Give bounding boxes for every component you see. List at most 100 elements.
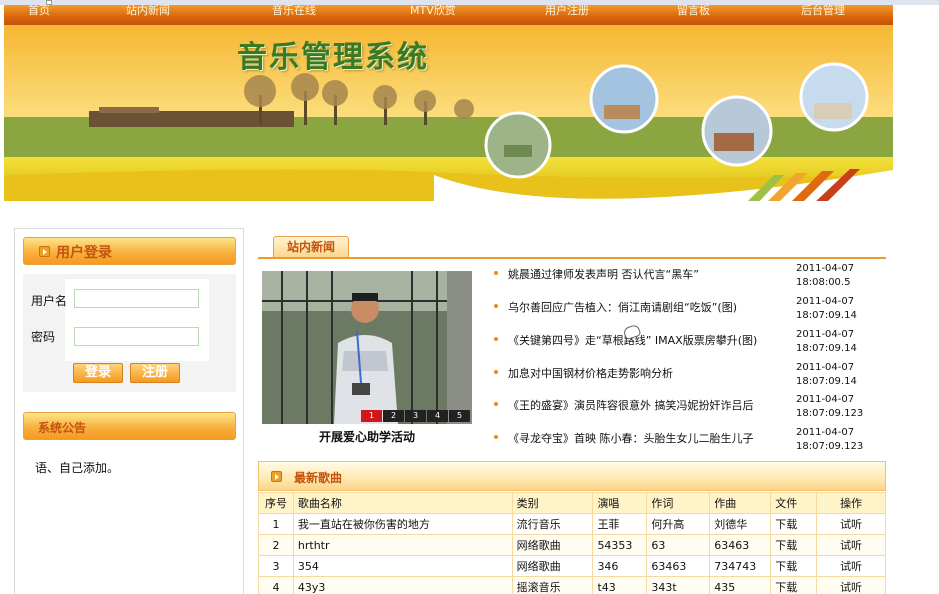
cell-no: 3: [258, 555, 294, 577]
news-photo: [262, 271, 472, 424]
password-label: 密码: [31, 330, 56, 344]
news-time: 2011-04-07 18:07:09.14: [796, 362, 857, 387]
bullet-icon: [494, 271, 498, 275]
news-title-link[interactable]: 姚晨通过律师发表声明 否认代言“黑车”: [508, 266, 699, 282]
listen-link[interactable]: 试听: [816, 576, 886, 594]
photo-caption[interactable]: 开展爱心助学活动: [262, 428, 472, 445]
cell-singer: 346: [592, 555, 648, 577]
latest-songs-header: 最新歌曲: [258, 461, 886, 491]
news-item: 姚晨通过律师发表声明 否认代言“黑车” 2011-04-07 18:08:00.…: [494, 262, 886, 294]
cell-no: 4: [258, 576, 294, 594]
cell-name: hrthtr: [292, 534, 513, 556]
download-link[interactable]: 下载: [770, 555, 818, 577]
cell-no: 1: [258, 513, 294, 535]
news-title-link[interactable]: 乌尔善回应广告植入：俏江南请剧组“吃饭”(图): [508, 299, 737, 315]
cell-category: 摇滚音乐: [511, 576, 594, 594]
bullet-icon: [494, 337, 498, 341]
tab-underline: [258, 257, 886, 259]
column-header-category: 类别: [511, 492, 594, 514]
arrow-icon: [39, 246, 50, 257]
bullet-icon: [494, 370, 498, 374]
table-row: 4 43y3 摇滚音乐 t43 343t 435 下载 试听: [258, 576, 886, 594]
pager-item[interactable]: 5: [449, 410, 470, 422]
download-link[interactable]: 下载: [770, 576, 818, 594]
nav-item-admin[interactable]: 后台管理: [801, 5, 845, 19]
nav-item-home[interactable]: 首页: [28, 5, 50, 19]
arrow-icon: [271, 471, 282, 482]
column-header-no: 序号: [258, 492, 294, 514]
nav-item-register[interactable]: 用户注册: [545, 5, 589, 19]
listen-link[interactable]: 试听: [816, 534, 886, 556]
column-header-file: 文件: [770, 492, 818, 514]
cell-lyricist: 63463: [646, 555, 711, 577]
download-link[interactable]: 下载: [770, 534, 818, 556]
table-row: 2 hrthtr 网络歌曲 54353 63 63463 下载 试听: [258, 534, 886, 556]
cell-composer: 刘德华: [709, 513, 772, 535]
listen-link[interactable]: 试听: [816, 555, 886, 577]
news-time: 2011-04-07 18:07:09.14: [796, 296, 857, 321]
table-header-row: 序号 歌曲名称 类别 演唱 作词 作曲 文件 操作: [258, 492, 886, 514]
cell-category: 网络歌曲: [511, 534, 594, 556]
cell-composer: 435: [709, 576, 772, 594]
table-row: 1 我一直站在被你伤害的地方 流行音乐 王菲 何升高 刘德华 下载 试听: [258, 513, 886, 535]
column-header-composer: 作曲: [709, 492, 772, 514]
cell-lyricist: 63: [646, 534, 711, 556]
table-row: 3 354 网络歌曲 346 63463 734743 下载 试听: [258, 555, 886, 577]
login-form: 用户名 密码 登录 注册: [23, 274, 236, 392]
nav-item-music-online[interactable]: 音乐在线: [272, 5, 316, 19]
column-header-lyricist: 作词: [646, 492, 711, 514]
news-time: 2011-04-07 18:08:00.5: [796, 263, 855, 288]
column-header-name: 歌曲名称: [292, 492, 513, 514]
cell-singer: 王菲: [592, 513, 648, 535]
songs-table: 序号 歌曲名称 类别 演唱 作词 作曲 文件 操作 1 我一直站在被你伤害的地方…: [258, 492, 886, 594]
news-title-link[interactable]: 《王的盛宴》演员阵容很意外 搞笑冯妮扮奸诈吕后: [508, 397, 754, 413]
username-input[interactable]: [74, 289, 199, 308]
login-button[interactable]: 登录: [73, 363, 123, 383]
nav-item-news[interactable]: 站内新闻: [126, 5, 170, 19]
notice-content: 语、自己添加。: [35, 461, 120, 475]
listen-link[interactable]: 试听: [816, 513, 886, 535]
news-time: 2011-04-07 18:07:09.123: [796, 427, 864, 452]
cell-category: 流行音乐: [511, 513, 594, 535]
column-header-action: 操作: [816, 492, 886, 514]
login-panel-header: 用户登录: [23, 237, 236, 265]
news-time: 2011-04-07 18:07:09.14: [796, 329, 857, 354]
news-time: 2011-04-07 18:07:09.123: [796, 394, 864, 419]
main-content: 站内新闻 1 2 3 4 5 开展爱心助学活动 姚晨通过律师发表声明 否认代言“…: [258, 232, 886, 594]
news-item: 《关键第四号》走“草根路线” IMAX版票房攀升(图) 2011-04-07 1…: [494, 328, 886, 360]
cell-composer: 63463: [709, 534, 772, 556]
bullet-icon: [494, 304, 498, 308]
cell-name: 354: [292, 555, 513, 577]
password-input[interactable]: [74, 327, 199, 346]
news-photo-slideshow[interactable]: 1 2 3 4 5: [262, 271, 472, 424]
banner-scenery: [4, 25, 893, 201]
news-item: 《王的盛宴》演员阵容很意外 搞笑冯妮扮奸诈吕后 2011-04-07 18:07…: [494, 393, 886, 425]
notice-panel-header: 系统公告: [23, 412, 236, 440]
tab-site-news[interactable]: 站内新闻: [273, 236, 349, 258]
username-label: 用户名: [31, 294, 68, 308]
cell-composer: 734743: [709, 555, 772, 577]
cell-category: 网络歌曲: [511, 555, 594, 577]
download-link[interactable]: 下载: [770, 513, 818, 535]
nav-item-guestbook[interactable]: 留言板: [677, 5, 710, 19]
column-header-singer: 演唱: [592, 492, 648, 514]
register-button[interactable]: 注册: [130, 363, 180, 383]
news-title-link[interactable]: 《寻龙夺宝》首映 陈小春：头胎生女儿二胎生儿子: [508, 430, 754, 446]
cell-singer: 54353: [592, 534, 648, 556]
cell-name: 43y3: [292, 576, 513, 594]
login-panel-title: 用户登录: [56, 245, 112, 261]
cell-lyricist: 343t: [646, 576, 711, 594]
bullet-icon: [494, 435, 498, 439]
pager-item[interactable]: 4: [427, 410, 448, 422]
cell-singer: t43: [592, 576, 648, 594]
news-title-link[interactable]: 加息对中国钢材价格走势影响分析: [508, 365, 673, 381]
site-title: 音乐管理系统: [237, 40, 429, 75]
nav-item-mtv[interactable]: MTV欣赏: [410, 5, 456, 19]
top-nav: 首页 站内新闻 音乐在线 MTV欣赏 用户注册 留言板 后台管理: [4, 5, 893, 25]
pager-item[interactable]: 1: [361, 410, 382, 422]
pager-item[interactable]: 2: [383, 410, 404, 422]
pager-item[interactable]: 3: [405, 410, 426, 422]
cell-name: 我一直站在被你伤害的地方: [292, 513, 513, 535]
notice-panel-title: 系统公告: [38, 421, 87, 435]
news-item: 《寻龙夺宝》首映 陈小春：头胎生女儿二胎生儿子 2011-04-07 18:07…: [494, 426, 886, 458]
